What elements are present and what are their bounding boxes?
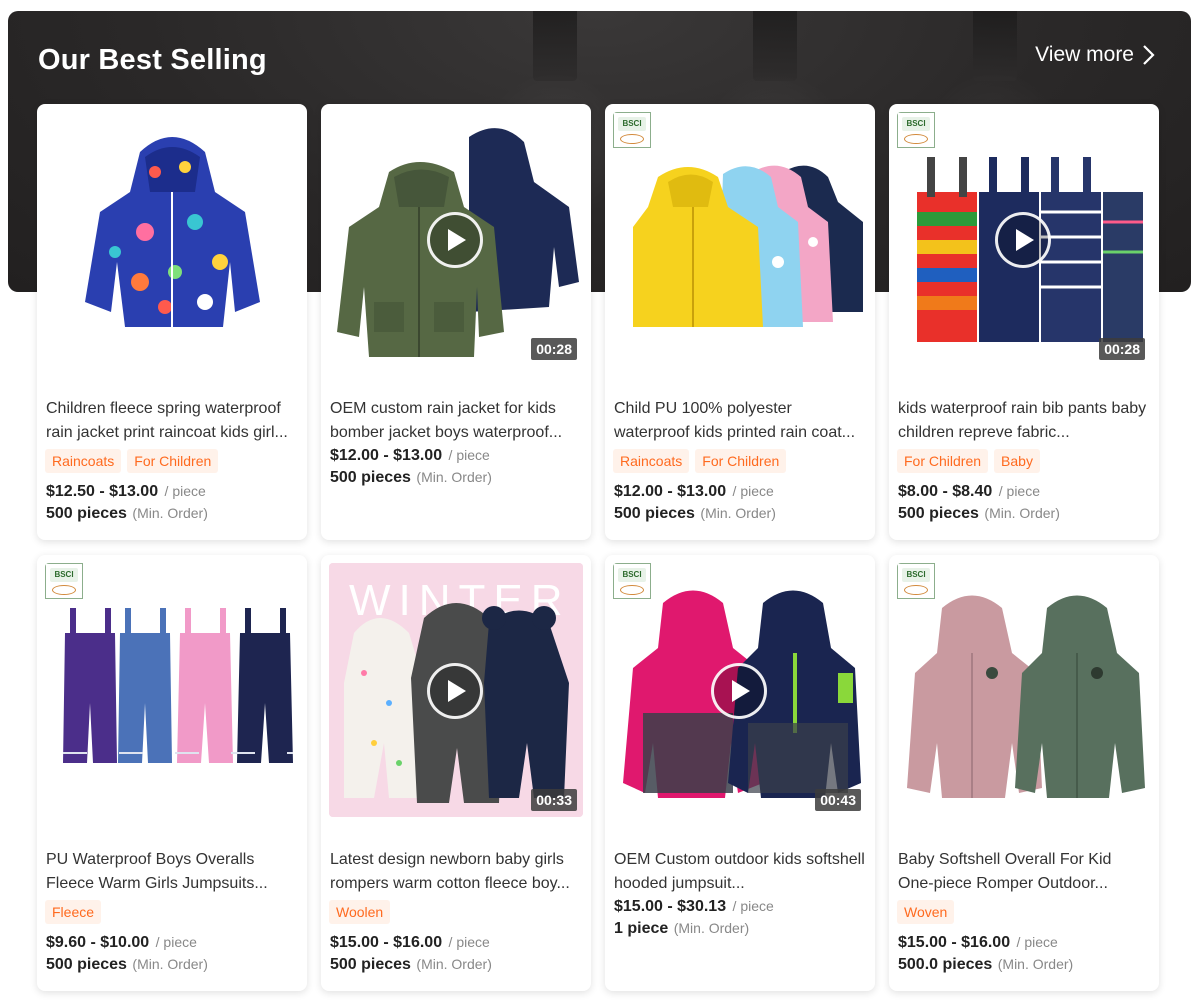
min-order: 500.0 pieces (Min. Order) bbox=[898, 956, 1074, 973]
product-image[interactable]: BSCI bbox=[613, 112, 867, 366]
product-price: $15.00 - $16.00 / piece bbox=[898, 934, 1058, 951]
tag-baby[interactable]: Baby bbox=[994, 449, 1040, 473]
min-order: 1 piece (Min. Order) bbox=[614, 920, 750, 937]
product-image[interactable] bbox=[45, 112, 299, 366]
tag-for-children[interactable]: For Children bbox=[127, 449, 219, 473]
min-order: 500 pieces (Min. Order) bbox=[330, 469, 492, 486]
video-duration: 00:43 bbox=[815, 789, 861, 811]
view-more-link[interactable]: View more bbox=[1035, 43, 1156, 67]
product-name[interactable]: OEM custom rain jacket for kids bomber j… bbox=[321, 366, 591, 445]
product-card[interactable]: Children fleece spring waterproof rain j… bbox=[37, 104, 307, 540]
product-name[interactable]: kids waterproof rain bib pants baby chil… bbox=[889, 366, 1159, 445]
product-name[interactable]: Child PU 100% polyester waterproof kids … bbox=[605, 366, 875, 445]
product-image[interactable]: BSCI 00:43 bbox=[613, 563, 867, 817]
product-price: $8.00 - $8.40 / piece bbox=[898, 483, 1040, 500]
product-price: $15.00 - $30.13 / piece bbox=[614, 898, 774, 915]
view-more-label: View more bbox=[1035, 43, 1134, 66]
product-tags: Woven bbox=[889, 896, 1159, 926]
tag-woven[interactable]: Woven bbox=[897, 900, 955, 924]
bsci-badge: BSCI bbox=[897, 563, 935, 599]
play-icon bbox=[732, 680, 750, 702]
product-tags: Fleece bbox=[37, 896, 307, 926]
product-name[interactable]: OEM Custom outdoor kids softshell hooded… bbox=[605, 817, 875, 896]
product-tags: For Children Baby bbox=[889, 445, 1159, 475]
tag-for-children[interactable]: For Children bbox=[897, 449, 989, 473]
product-card[interactable]: BSCI 00:28 kids waterproof rain bib pant… bbox=[889, 104, 1159, 540]
product-grid: Children fleece spring waterproof rain j… bbox=[37, 104, 1161, 991]
min-order: 500 pieces (Min. Order) bbox=[46, 505, 208, 522]
chevron-right-icon bbox=[1143, 45, 1155, 65]
product-image[interactable]: BSCI 00:28 bbox=[897, 112, 1151, 366]
play-icon bbox=[448, 229, 466, 251]
min-order: 500 pieces (Min. Order) bbox=[614, 505, 776, 522]
product-price: $12.00 - $13.00 / piece bbox=[330, 447, 490, 464]
tag-raincoats[interactable]: Raincoats bbox=[613, 449, 690, 473]
tag-for-children[interactable]: For Children bbox=[695, 449, 787, 473]
bsci-badge: BSCI bbox=[897, 112, 935, 148]
product-card[interactable]: BSCI Child PU 100% polyester waterproof … bbox=[605, 104, 875, 540]
bsci-badge: BSCI bbox=[613, 112, 651, 148]
play-icon bbox=[448, 680, 466, 702]
product-price: $15.00 - $16.00 / piece bbox=[330, 934, 490, 951]
printed-raincoats-image bbox=[633, 165, 863, 327]
play-video-button[interactable] bbox=[427, 663, 483, 719]
rainbow-raincoat-image bbox=[85, 137, 260, 327]
softshell-romper-image bbox=[907, 595, 1145, 798]
play-video-button[interactable] bbox=[711, 663, 767, 719]
overalls-image bbox=[63, 608, 293, 763]
tag-fleece[interactable]: Fleece bbox=[45, 900, 102, 924]
min-order: 500 pieces (Min. Order) bbox=[46, 956, 208, 973]
tag-woolen[interactable]: Woolen bbox=[329, 900, 391, 924]
product-tags: Raincoats For Children bbox=[605, 445, 875, 475]
product-price: $9.60 - $10.00 / piece bbox=[46, 934, 197, 951]
product-card[interactable]: WINTER 00:33 Latest design newborn baby … bbox=[321, 555, 591, 991]
product-name[interactable]: PU Waterproof Boys Overalls Fleece Warm … bbox=[37, 817, 307, 896]
product-name[interactable]: Latest design newborn baby girls rompers… bbox=[321, 817, 591, 896]
product-name[interactable]: Baby Softshell Overall For Kid One-piece… bbox=[889, 817, 1159, 896]
bsci-badge: BSCI bbox=[613, 563, 651, 599]
product-image[interactable]: BSCI bbox=[897, 563, 1151, 817]
product-image[interactable]: 00:28 bbox=[329, 112, 583, 366]
bsci-badge: BSCI bbox=[45, 563, 83, 599]
product-image[interactable]: BSCI bbox=[45, 563, 299, 817]
video-duration: 00:28 bbox=[1099, 338, 1145, 360]
product-card[interactable]: 00:28 OEM custom rain jacket for kids bo… bbox=[321, 104, 591, 540]
product-price: $12.00 - $13.00 / piece bbox=[614, 483, 774, 500]
play-icon bbox=[1016, 229, 1034, 251]
product-card[interactable]: BSCI 00:43 OEM Custom outdoor kids softs… bbox=[605, 555, 875, 991]
product-tags: Raincoats For Children bbox=[37, 445, 307, 475]
video-duration: 00:33 bbox=[531, 789, 577, 811]
section-title: Our Best Selling bbox=[38, 44, 267, 76]
product-card[interactable]: BSCI PU Waterproof Boys Overalls Fleece … bbox=[37, 555, 307, 991]
product-image[interactable]: WINTER 00:33 bbox=[329, 563, 583, 817]
min-order: 500 pieces (Min. Order) bbox=[898, 505, 1060, 522]
product-name[interactable]: Children fleece spring waterproof rain j… bbox=[37, 366, 307, 445]
video-duration: 00:28 bbox=[531, 338, 577, 360]
play-video-button[interactable] bbox=[427, 212, 483, 268]
tag-raincoats[interactable]: Raincoats bbox=[45, 449, 122, 473]
min-order: 500 pieces (Min. Order) bbox=[330, 956, 492, 973]
product-tags: Woolen bbox=[321, 896, 591, 926]
product-price: $12.50 - $13.00 / piece bbox=[46, 483, 206, 500]
product-card[interactable]: BSCI Baby Softshell Overall For Kid One-… bbox=[889, 555, 1159, 991]
play-video-button[interactable] bbox=[995, 212, 1051, 268]
